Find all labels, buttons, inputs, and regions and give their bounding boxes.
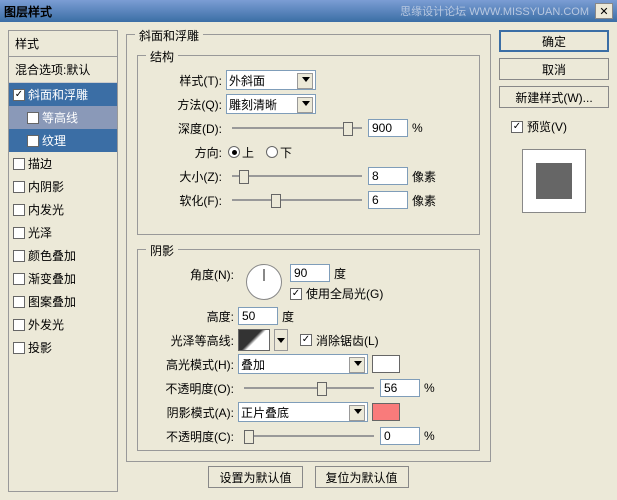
item-color-overlay[interactable]: 颜色叠加: [9, 244, 117, 267]
title-bar: 图层样式 思缘设计论坛 WWW.MISSYUAN.COM ✕: [0, 0, 617, 22]
checkbox-icon[interactable]: [13, 342, 25, 354]
item-texture[interactable]: 纹理: [9, 129, 117, 152]
highlight-opacity-input[interactable]: 56: [380, 379, 420, 397]
checkbox-icon[interactable]: [13, 89, 25, 101]
checkbox-icon[interactable]: [27, 112, 39, 124]
checkbox-icon[interactable]: [13, 204, 25, 216]
cancel-button[interactable]: 取消: [499, 58, 609, 80]
window-title: 图层样式: [4, 3, 400, 20]
shading-legend: 阴影: [146, 242, 178, 259]
ok-button[interactable]: 确定: [499, 30, 609, 52]
shadow-mode-select[interactable]: 正片叠底: [238, 402, 368, 422]
checkbox-icon[interactable]: [13, 296, 25, 308]
checkbox-icon[interactable]: [13, 250, 25, 262]
shadow-opacity-label: 不透明度(C):: [148, 428, 238, 445]
action-panel: 确定 取消 新建样式(W)... 预览(V): [499, 30, 609, 492]
style-select[interactable]: 外斜面: [226, 70, 316, 90]
shadow-opacity-slider[interactable]: [244, 427, 374, 445]
soften-slider[interactable]: [232, 191, 362, 209]
angle-label: 角度(N):: [148, 264, 238, 283]
reset-default-button[interactable]: 复位为默认值: [315, 466, 409, 488]
highlight-color-swatch[interactable]: [372, 355, 400, 373]
watermark: 思缘设计论坛 WWW.MISSYUAN.COM: [400, 3, 589, 19]
size-slider[interactable]: [232, 167, 362, 185]
direction-label: 方向:: [148, 144, 226, 161]
altitude-label: 高度:: [148, 308, 238, 325]
item-inner-glow[interactable]: 内发光: [9, 198, 117, 221]
checkbox-icon[interactable]: [27, 135, 39, 147]
shadow-color-swatch[interactable]: [372, 403, 400, 421]
shadow-opacity-input[interactable]: 0: [380, 427, 420, 445]
shadow-mode-label: 阴影模式(A):: [148, 404, 238, 421]
styles-header: 样式: [9, 31, 117, 57]
checkbox-icon[interactable]: [13, 273, 25, 285]
structure-legend: 结构: [146, 48, 178, 65]
depth-slider[interactable]: [232, 119, 362, 137]
checkbox-icon[interactable]: [13, 319, 25, 331]
size-input[interactable]: 8: [368, 167, 408, 185]
highlight-opacity-slider[interactable]: [244, 379, 374, 397]
blend-options[interactable]: 混合选项:默认: [9, 57, 117, 83]
preview-thumbnail: [522, 149, 586, 213]
depth-unit: %: [412, 121, 423, 135]
highlight-opacity-label: 不透明度(O):: [148, 380, 238, 397]
style-label: 样式(T):: [148, 72, 226, 89]
depth-input[interactable]: 900: [368, 119, 408, 137]
highlight-mode-select[interactable]: 叠加: [238, 354, 368, 374]
shading-fieldset: 阴影 角度(N): 90 度 使用全局光(G): [137, 249, 480, 451]
item-pattern-overlay[interactable]: 图案叠加: [9, 290, 117, 313]
highlight-mode-label: 高光模式(H):: [148, 356, 238, 373]
checkbox-icon[interactable]: [13, 181, 25, 193]
soften-label: 软化(F):: [148, 192, 226, 209]
item-gradient-overlay[interactable]: 渐变叠加: [9, 267, 117, 290]
soften-input[interactable]: 6: [368, 191, 408, 209]
make-default-button[interactable]: 设置为默认值: [208, 466, 302, 488]
item-satin[interactable]: 光泽: [9, 221, 117, 244]
size-label: 大小(Z):: [148, 168, 226, 185]
checkbox-icon[interactable]: [13, 227, 25, 239]
size-unit: 像素: [412, 168, 436, 185]
preview-checkbox[interactable]: [511, 121, 523, 133]
item-stroke[interactable]: 描边: [9, 152, 117, 175]
angle-input[interactable]: 90: [290, 264, 330, 282]
new-style-button[interactable]: 新建样式(W)...: [499, 86, 609, 108]
gloss-contour-picker[interactable]: [238, 329, 270, 351]
technique-label: 方法(Q):: [148, 96, 226, 113]
bevel-fieldset: 斜面和浮雕 结构 样式(T): 外斜面 方法(Q): 雕刻清晰 深度(D): 9…: [126, 34, 491, 462]
item-bevel[interactable]: 斜面和浮雕: [9, 83, 117, 106]
soften-unit: 像素: [412, 192, 436, 209]
angle-wheel[interactable]: [246, 264, 282, 300]
styles-list: 样式 混合选项:默认 斜面和浮雕 等高线 纹理 描边 内阴影 内发光 光泽 颜色…: [8, 30, 118, 492]
item-outer-glow[interactable]: 外发光: [9, 313, 117, 336]
settings-panel: 斜面和浮雕 结构 样式(T): 外斜面 方法(Q): 雕刻清晰 深度(D): 9…: [126, 30, 491, 492]
direction-down-radio[interactable]: [266, 146, 278, 158]
depth-label: 深度(D):: [148, 120, 226, 137]
close-button[interactable]: ✕: [595, 3, 613, 19]
direction-up-radio[interactable]: [228, 146, 240, 158]
altitude-input[interactable]: 50: [238, 307, 278, 325]
gloss-label: 光泽等高线:: [148, 332, 238, 349]
item-contour[interactable]: 等高线: [9, 106, 117, 129]
gloss-contour-dropdown[interactable]: [274, 329, 288, 351]
item-inner-shadow[interactable]: 内阴影: [9, 175, 117, 198]
checkbox-icon[interactable]: [13, 158, 25, 170]
structure-fieldset: 结构 样式(T): 外斜面 方法(Q): 雕刻清晰 深度(D): 900 % 方…: [137, 55, 480, 235]
antialias-checkbox[interactable]: [300, 334, 312, 346]
item-drop-shadow[interactable]: 投影: [9, 336, 117, 359]
technique-select[interactable]: 雕刻清晰: [226, 94, 316, 114]
global-light-checkbox[interactable]: [290, 288, 302, 300]
bevel-legend: 斜面和浮雕: [135, 27, 203, 44]
